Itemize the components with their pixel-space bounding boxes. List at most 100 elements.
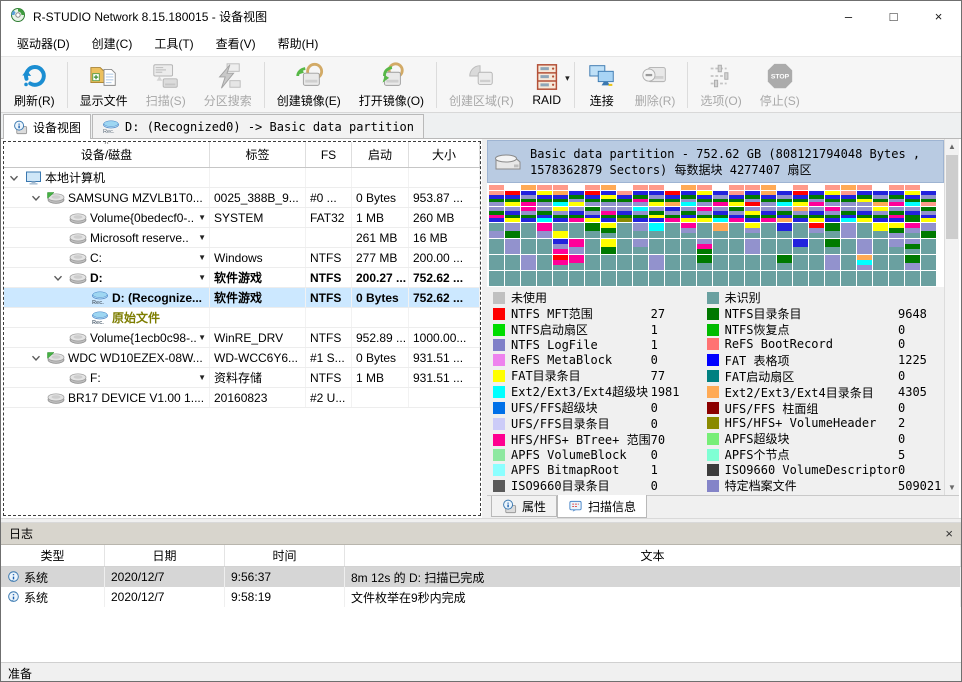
block-cell [553,207,568,222]
block-cell [729,271,744,286]
legend-item: ISO9660目录条目0 [493,477,701,493]
tree-column-header[interactable]: 标签 [210,142,306,167]
raid-icon [532,62,562,92]
scan-tab[interactable]: 属性 [491,496,557,517]
block-cell [777,191,792,206]
block-cell [777,271,792,286]
expand-chevron-icon[interactable] [30,192,44,204]
block-cell [601,255,616,270]
scrollbar-up-icon[interactable]: ▲ [945,139,959,154]
row-dropdown-arrow[interactable]: ▼ [198,273,206,282]
toolbar-button-open-image[interactable]: 打开镜像(O) [350,58,433,111]
menu-item[interactable]: 查看(V) [205,32,267,55]
tree-row[interactable]: Volume{1ecb0c98-..▼WinRE_DRVNTFS952.89 .… [4,328,480,348]
toolbar-button-stop: STOP停止(S) [751,58,809,111]
device-name-cell: SAMSUNG MZVLB1T0... [4,188,210,207]
scan-tab-label: 属性 [522,498,546,515]
block-cell [841,207,856,222]
create-image-icon [294,61,324,91]
legend-swatch [707,480,719,492]
tree-column-header[interactable]: 大小 [409,142,480,167]
block-cell [633,239,648,254]
start-cell: 261 MB [352,228,409,247]
block-cell [857,207,872,222]
block-cell [745,223,760,238]
tree-row[interactable]: Microsoft reserve..▼261 MB16 MB [4,228,480,248]
tree-row[interactable]: 本地计算机 [4,168,480,188]
legend-swatch [707,386,719,398]
block-cell [777,239,792,254]
toolbar-button-show-files[interactable]: 显示文件 [71,58,137,111]
row-dropdown-arrow[interactable]: ▼ [198,253,206,262]
tree-row[interactable]: SAMSUNG MZVLB1T0...0025_388B_9...#0 ...0… [4,188,480,208]
row-dropdown-arrow[interactable]: ▼ [198,333,206,342]
connect-icon [587,61,617,91]
dropdown-arrow-icon[interactable]: ▾ [565,73,570,84]
scrollbar-thumb[interactable] [946,155,958,239]
block-cell [665,185,680,190]
start-cell: 1 MB [352,208,409,227]
tree-row[interactable]: F:▼资料存储NTFS1 MB931.51 ... [4,368,480,388]
scrollbar-down-icon[interactable]: ▼ [945,480,959,495]
legend-swatch [493,434,505,446]
log-row[interactable]: 系统2020/12/79:56:378m 12s 的 D: 扫描已完成 [1,567,961,587]
tree-column-header[interactable]: 启动 [352,142,409,167]
fs-cell [306,168,352,187]
size-cell [409,168,480,187]
toolbar-button-refresh[interactable]: 刷新(R) [5,58,64,111]
tree-column-header[interactable]: FS [306,142,352,167]
close-button[interactable]: × [916,1,961,31]
tree-row[interactable]: BR17 DEVICE V1.00 1....20160823#2 U... [4,388,480,408]
toolbar-button-create-image[interactable]: 创建镜像(E) [268,58,350,111]
tree-row[interactable]: WDC WD10EZEX-08W...WD-WCC6Y6...#1 S...0 … [4,348,480,368]
toolbar-button-label: 选项(O) [700,92,741,109]
scan-block-map[interactable] [487,183,944,287]
rec-icon: Rec. [91,291,109,305]
legend-label: NTFS启动扇区 [511,321,651,338]
menu-item[interactable]: 创建(C) [81,32,144,55]
expand-chevron-icon[interactable] [30,352,44,364]
scan-tab[interactable]: 扫描信息 [557,495,647,518]
legend-label: 未使用 [511,289,651,306]
start-cell: 277 MB [352,248,409,267]
expand-chevron-icon[interactable] [8,172,22,184]
log-column-header[interactable]: 类型 [1,545,105,566]
main-area: 设备/磁盘^标签FS启动大小 本地计算机SAMSUNG MZVLB1T0...0… [1,139,961,518]
info-tab-icon [502,499,517,514]
maximize-button[interactable]: □ [871,1,916,31]
row-dropdown-arrow[interactable]: ▼ [198,233,206,242]
log-column-header[interactable]: 时间 [225,545,345,566]
menu-item[interactable]: 帮助(H) [267,32,330,55]
toolbar-button-raid[interactable]: ▾RAID [523,58,571,111]
block-cell [681,223,696,238]
tree-row[interactable]: Volume{0bedecf0-..▼SYSTEMFAT321 MB260 MB [4,208,480,228]
delete-icon [640,61,670,91]
tree-row[interactable]: D:▼软件游戏NTFS200.27 ...752.62 ... [4,268,480,288]
expand-chevron-icon[interactable] [52,272,66,284]
tree-column-header[interactable]: 设备/磁盘^ [4,142,210,167]
log-column-header[interactable]: 文本 [345,545,961,566]
svg-text:Rec.: Rec. [103,129,115,134]
row-dropdown-arrow[interactable]: ▼ [198,373,206,382]
tree-row[interactable]: Rec.D: (Recognize...软件游戏NTFS0 Bytes752.6… [4,288,480,308]
block-cell [681,185,696,190]
legend-count: 77 [651,369,701,383]
device-name-cell: Microsoft reserve..▼ [4,228,210,247]
view-tab[interactable]: Rec.D: (Recognized0) -> Basic data parti… [92,114,424,138]
block-map-row [489,239,942,254]
row-dropdown-arrow[interactable]: ▼ [198,213,206,222]
label-cell: 软件游戏 [210,288,306,307]
toolbar-button-connect[interactable]: 连接 [578,58,626,111]
stop-icon: STOP [765,61,795,91]
view-tab[interactable]: 设备视图 [3,114,91,139]
scan-scrollbar[interactable]: ▲ ▼ [944,139,959,495]
menu-item[interactable]: 工具(T) [143,32,204,55]
log-column-header[interactable]: 日期 [105,545,225,566]
device-name: D: [90,271,103,285]
log-close-icon[interactable]: × [945,526,953,541]
minimize-button[interactable]: – [826,1,871,31]
log-row[interactable]: 系统2020/12/79:58:19文件枚举在9秒内完成 [1,587,961,607]
tree-row[interactable]: Rec.原始文件 [4,308,480,328]
tree-row[interactable]: C:▼WindowsNTFS277 MB200.00 ... [4,248,480,268]
menu-item[interactable]: 驱动器(D) [6,32,81,55]
